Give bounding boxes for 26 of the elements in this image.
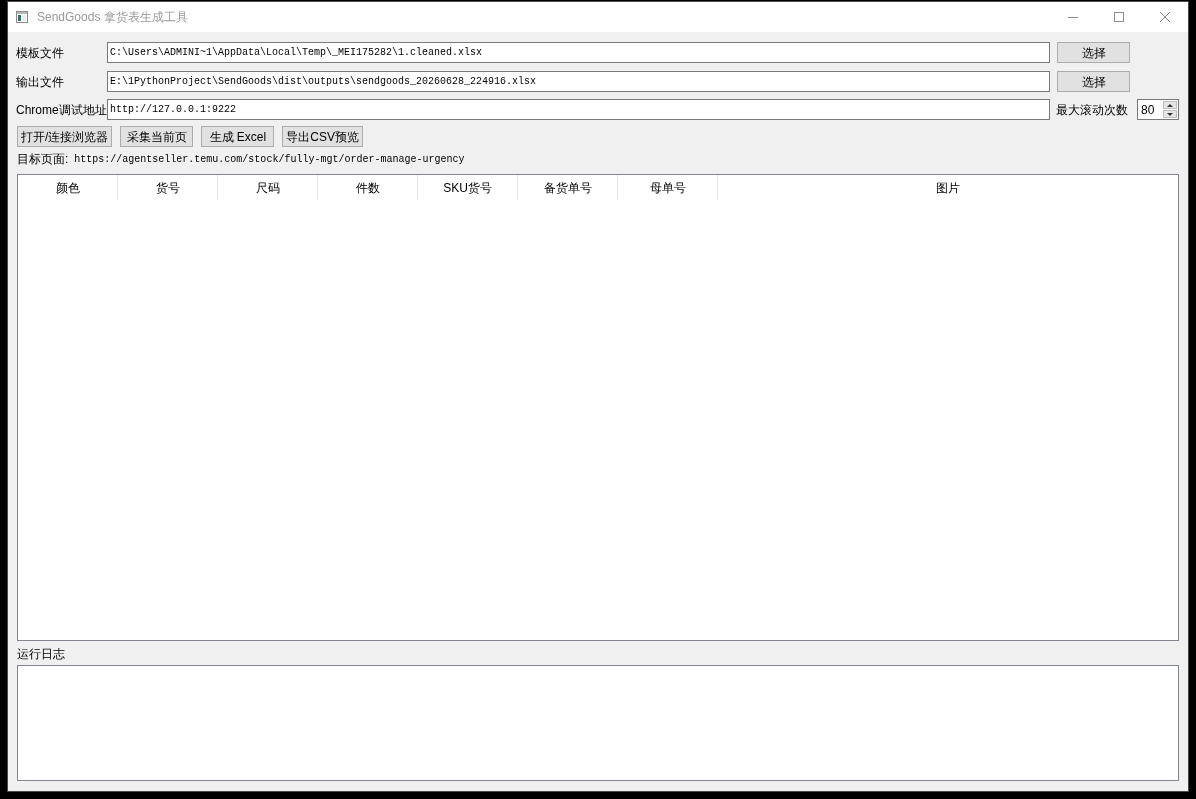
maximize-icon (1114, 12, 1124, 22)
minimize-icon (1068, 16, 1078, 18)
field-label: 模板文件 (16, 44, 65, 62)
action-button[interactable]: 采集当前页 (120, 126, 194, 147)
action-button[interactable]: 打开/连接浏览器 (17, 126, 113, 147)
close-icon (1160, 12, 1170, 22)
down-arrow-icon (1167, 112, 1173, 116)
target-page-label: 目标页面: (17, 151, 69, 168)
address-field[interactable]: http://127.0.0.1:9222 (107, 99, 1050, 120)
field-label: 输出文件 (16, 73, 65, 91)
target-page-url: https://agentseller.temu.com/stock/fully-mgt/order-manage-urgency (74, 152, 465, 167)
max-scroll-label: 最大滚动次数 (1056, 101, 1128, 119)
file-path-field[interactable]: C:\Users\ADMINI~1\AppData\Local\Temp\_MEI175282\1.cleaned.xlsx (107, 42, 1050, 63)
choose-button[interactable]: 选择 (1057, 71, 1130, 92)
spin-down-button[interactable] (1163, 110, 1177, 118)
up-arrow-icon (1167, 103, 1173, 107)
field-label: Chrome调试地址 (16, 101, 106, 119)
spin-up-button[interactable] (1163, 101, 1177, 109)
log-label: 运行日志 (17, 646, 65, 663)
action-button[interactable]: 导出CSV预览 (282, 126, 364, 147)
window-title: SendGoods 拿货表生成工具 (37, 9, 188, 26)
action-button[interactable]: 生成 Excel (201, 126, 275, 147)
app-window-icon (16, 11, 28, 23)
file-path-field[interactable]: E:\1PythonProject\SendGoods\dist\outputs\sendgoods_20260628_224916.xlsx (107, 71, 1050, 92)
spin-box[interactable]: 80 (1137, 99, 1179, 120)
choose-button[interactable]: 选择 (1057, 42, 1130, 63)
